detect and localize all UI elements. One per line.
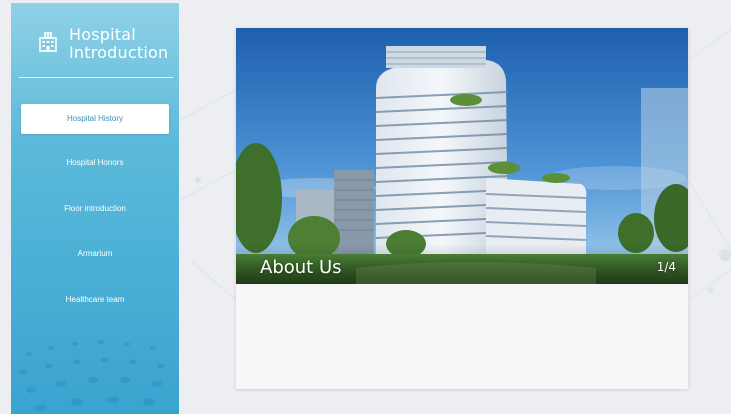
image-carousel[interactable]: About Us 1/4 bbox=[236, 28, 688, 284]
sidebar-dots-decoration bbox=[19, 340, 165, 412]
content-card: About Us 1/4 bbox=[236, 28, 688, 389]
sidebar-item-hospital-history[interactable]: Hospital History bbox=[21, 104, 169, 134]
sidebar-item-hospital-honors[interactable]: Hospital Honors bbox=[21, 148, 169, 178]
sidebar-header: Hospital Introduction bbox=[11, 3, 179, 78]
hospital-building-icon bbox=[39, 32, 57, 52]
sidebar-item-floor-introduction[interactable]: Floor introduction bbox=[21, 194, 169, 224]
banner-title: About Us bbox=[260, 257, 342, 278]
sidebar-item-healthcare-team[interactable]: Healthcare team bbox=[21, 285, 169, 315]
sidebar: Hospital Introduction Hospital History H… bbox=[11, 3, 179, 414]
sidebar-item-armarium[interactable]: Armarium bbox=[21, 239, 169, 269]
sidebar-title: Hospital Introduction bbox=[69, 25, 169, 62]
sidebar-divider bbox=[19, 77, 173, 78]
slide-counter: 1/4 bbox=[656, 260, 676, 274]
content-area bbox=[236, 284, 688, 389]
